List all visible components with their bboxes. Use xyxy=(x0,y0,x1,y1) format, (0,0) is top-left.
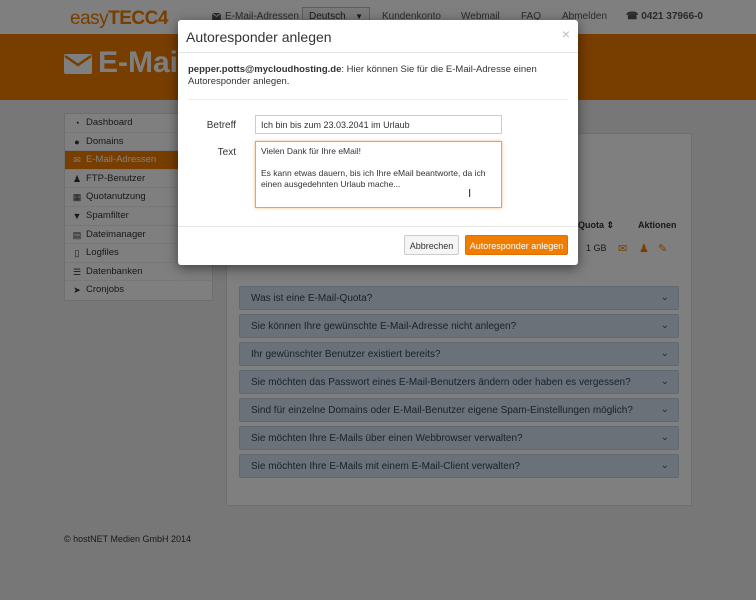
text-label: Text xyxy=(217,147,236,158)
dialog-description: pepper.potts@mycloudhosting.de: Hier kön… xyxy=(188,64,537,87)
create-autoresponder-button[interactable]: Autoresponder anlegen xyxy=(465,235,568,255)
text-textarea[interactable]: Vielen Dank für Ihre eMail! Es kann etwa… xyxy=(255,141,502,208)
dialog-header: Autoresponder anlegen × xyxy=(178,20,578,53)
autoresponder-dialog: Autoresponder anlegen × pepper.potts@myc… xyxy=(178,20,578,265)
subject-input[interactable] xyxy=(255,115,502,134)
close-icon[interactable]: × xyxy=(562,26,570,42)
divider xyxy=(178,226,578,227)
dialog-title: Autoresponder anlegen xyxy=(186,29,332,45)
divider xyxy=(188,99,568,100)
subject-label: Betreff xyxy=(206,120,236,131)
text-cursor-icon: I xyxy=(468,187,472,200)
cancel-button[interactable]: Abbrechen xyxy=(404,235,459,255)
email-address: pepper.potts@mycloudhosting.de xyxy=(188,64,342,75)
